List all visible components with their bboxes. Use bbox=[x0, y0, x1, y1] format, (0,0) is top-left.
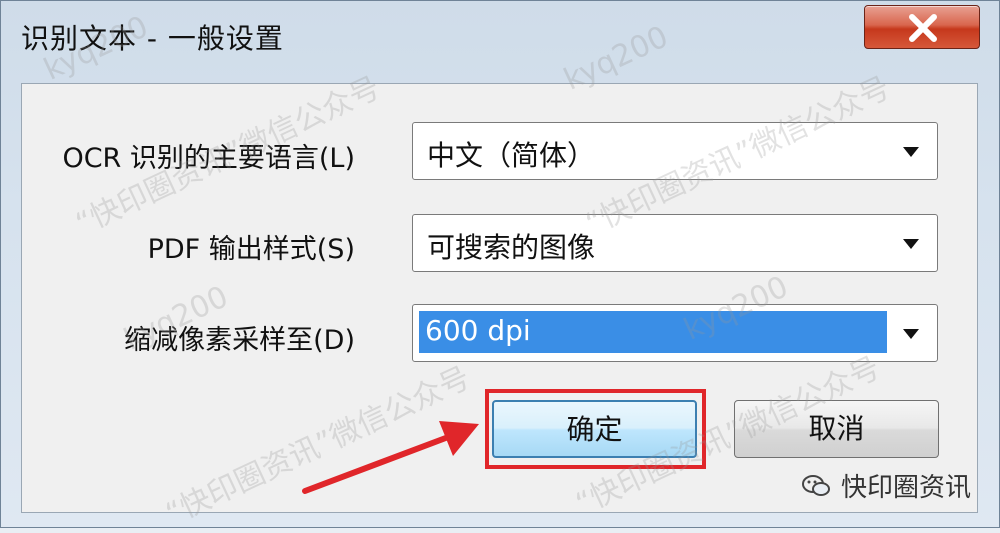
dialog-window: 识别文本 - 一般设置 OCR 识别的主要语言(L) 中文（简体） PDF 输出… bbox=[0, 0, 1000, 532]
pdf-style-select[interactable]: 可搜索的图像 bbox=[412, 214, 938, 272]
chevron-down-icon bbox=[903, 147, 919, 157]
ocr-language-label: OCR 识别的主要语言(L) bbox=[62, 143, 355, 174]
ocr-language-select[interactable]: 中文（简体） bbox=[412, 122, 938, 180]
pdf-style-label: PDF 输出样式(S) bbox=[147, 234, 355, 265]
chevron-down-icon bbox=[903, 239, 919, 249]
dialog-title: 识别文本 - 一般设置 bbox=[21, 22, 284, 55]
cancel-button[interactable]: 取消 bbox=[734, 400, 939, 458]
pdf-style-value: 可搜索的图像 bbox=[427, 231, 596, 264]
chevron-down-icon bbox=[903, 329, 919, 339]
wechat-icon bbox=[802, 475, 830, 496]
annotation-highlight-box bbox=[485, 389, 706, 469]
close-button[interactable] bbox=[864, 5, 980, 49]
downsample-dropdown-button[interactable] bbox=[891, 311, 931, 355]
close-icon bbox=[909, 14, 937, 42]
annotation-arrow-icon bbox=[302, 421, 479, 494]
pdf-style-dropdown-button[interactable] bbox=[891, 221, 931, 265]
ocr-language-value: 中文（简体） bbox=[427, 139, 596, 172]
ocr-language-dropdown-button[interactable] bbox=[891, 129, 931, 173]
brand-label: 快印圈资讯 bbox=[841, 473, 972, 503]
